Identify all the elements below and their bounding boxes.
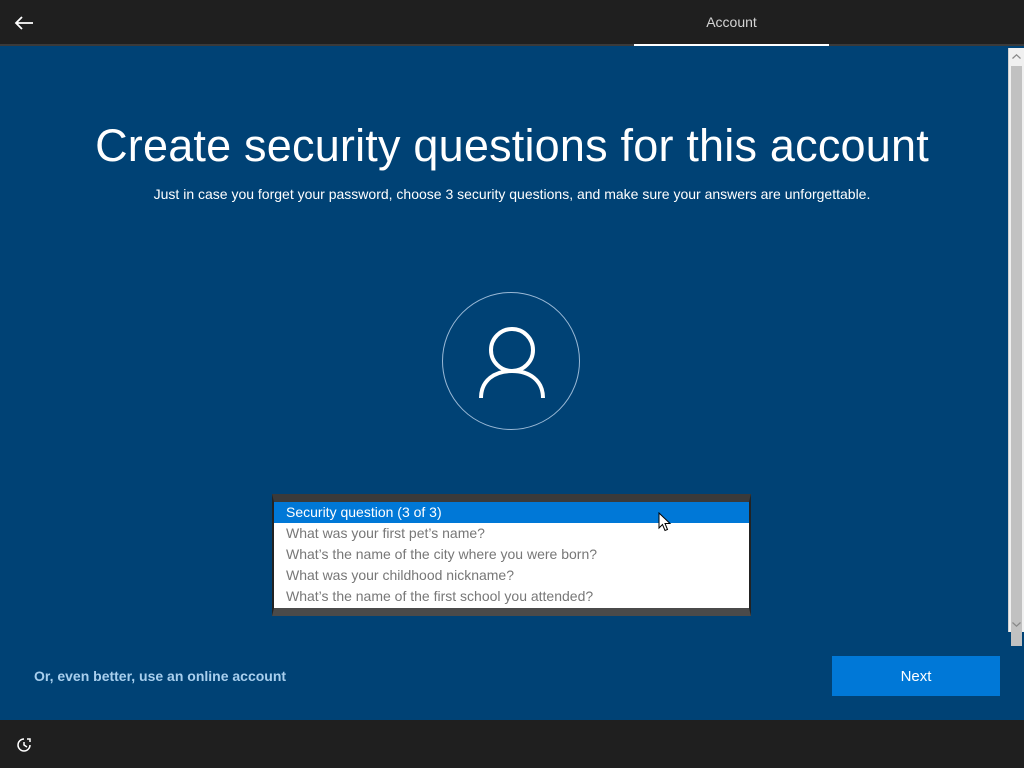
avatar [442,292,580,430]
security-question-dropdown[interactable]: Security question (3 of 3) What was your… [272,494,751,616]
next-button-label: Next [900,667,932,685]
ease-of-access-icon [17,738,31,752]
back-button[interactable] [8,8,40,38]
dropdown-option-birth-city[interactable]: What’s the name of the city where you we… [274,544,749,565]
tab-account[interactable]: Account [634,0,829,46]
scroll-down-arrow-icon[interactable] [1009,616,1024,632]
online-account-link[interactable]: Or, even better, use an online account [34,668,286,684]
page-subtitle: Just in case you forget your password, c… [153,186,871,202]
dropdown-option-childhood-nickname[interactable]: What was your childhood nickname? [274,565,749,586]
mouse-cursor-icon [658,512,672,532]
user-icon [479,327,545,398]
ease-of-access-button[interactable] [12,733,36,757]
bottom-bar [0,720,1024,768]
dropdown-option-placeholder[interactable]: Security question (3 of 3) [274,502,749,523]
page-title: Create security questions for this accou… [95,120,929,171]
top-bar: Account [0,0,1024,46]
tab-account-label: Account [706,14,757,30]
dropdown-option-first-school[interactable]: What’s the name of the first school you … [274,586,749,607]
next-button[interactable]: Next [832,656,1000,696]
dropdown-option-pet-name[interactable]: What was your first pet’s name? [274,523,749,544]
scroll-up-arrow-icon[interactable] [1009,48,1024,64]
arrow-left-icon [14,16,33,30]
